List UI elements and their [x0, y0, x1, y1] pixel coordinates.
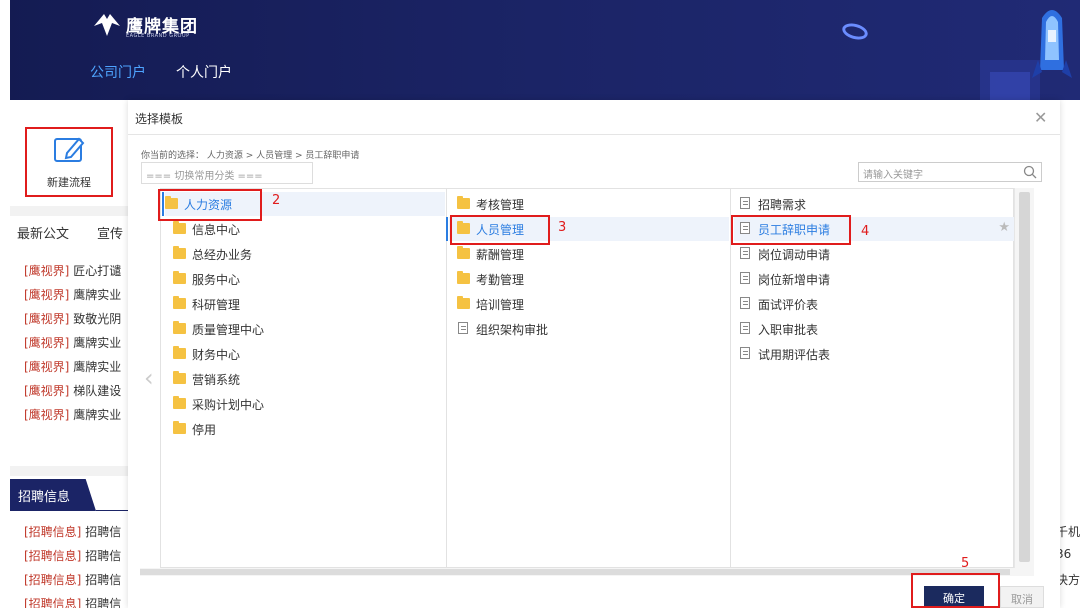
folder-item[interactable]: 培训管理	[457, 292, 727, 316]
current-selection-breadcrumb: 你当前的选择： 人力资源 > 人员管理 > 员工辞职申请	[141, 151, 360, 161]
edit-pen-icon	[54, 137, 85, 162]
annotation-number: 5	[961, 556, 970, 571]
annotation-number: 3	[558, 220, 567, 235]
news-item[interactable]: [鹰视界] 鹰牌实业	[24, 286, 121, 303]
search-placeholder: 请输入关键字	[863, 170, 923, 181]
folder-icon	[173, 371, 186, 384]
document-icon	[740, 197, 750, 209]
tab-latest-documents[interactable]: 最新公文	[17, 223, 69, 242]
folder-icon	[173, 346, 186, 359]
news-item[interactable]: [鹰视界] 匠心打谴	[24, 262, 121, 279]
scroll-left-arrow-icon[interactable]: ‹	[144, 364, 154, 392]
section-divider	[10, 206, 128, 216]
folder-item[interactable]: 采购计划中心	[173, 392, 443, 416]
logo-subtitle: EAGLE BRAND GROUP	[126, 33, 190, 39]
folder-item[interactable]: 考核管理	[457, 192, 727, 216]
template-item[interactable]: 岗位调动申请	[739, 242, 1009, 266]
document-icon	[740, 347, 750, 359]
tab-personal-portal[interactable]: 个人门户	[176, 62, 232, 82]
rocket-illustration-icon	[980, 10, 1072, 100]
column-separator	[730, 188, 731, 568]
dialog-divider	[128, 134, 1060, 135]
folder-icon	[173, 296, 186, 309]
news-item[interactable]: [鹰视界] 梯队建设	[24, 382, 121, 399]
document-item[interactable]: 组织架构审批	[457, 317, 727, 341]
page-left-edge	[0, 0, 10, 100]
new-flow-button[interactable]: 新建流程	[25, 127, 113, 197]
new-flow-label: 新建流程	[47, 176, 91, 189]
folder-item[interactable]: 考勤管理	[457, 267, 727, 291]
scrollbar-thumb[interactable]	[1019, 192, 1030, 562]
folder-item[interactable]: 停用	[173, 417, 443, 441]
folder-icon	[457, 271, 470, 284]
folder-item[interactable]: 财务中心	[173, 342, 443, 366]
news-item[interactable]: [鹰视界] 鹰牌实业	[24, 406, 121, 423]
favorite-star-icon[interactable]: ★	[998, 220, 1010, 235]
folder-icon	[173, 221, 186, 234]
folder-icon	[457, 196, 470, 209]
folder-icon	[457, 246, 470, 259]
folder-icon	[173, 421, 186, 434]
eagle-logo-icon	[94, 14, 120, 36]
folder-item[interactable]: 质量管理中心	[173, 317, 443, 341]
folder-item[interactable]: 总经办业务	[173, 242, 443, 266]
recruit-item[interactable]: [招聘信息] 招聘信	[24, 595, 121, 608]
dialog-title: 选择模板	[135, 112, 184, 126]
folder-icon	[173, 246, 186, 259]
document-icon	[740, 272, 750, 284]
folder-item[interactable]: 科研管理	[173, 292, 443, 316]
news-item[interactable]: [鹰视界] 致敬光阴	[24, 310, 121, 327]
annotation-box-personnel	[450, 215, 550, 245]
close-icon[interactable]: ✕	[1034, 108, 1047, 127]
scrollbar-thumb[interactable]	[140, 569, 1010, 575]
annotation-box-resignation	[731, 215, 851, 245]
folder-item[interactable]: 营销系统	[173, 367, 443, 391]
search-icon[interactable]	[1023, 165, 1037, 179]
folder-icon	[173, 321, 186, 334]
portal-header: 鹰牌集团 EAGLE BRAND GROUP 公司门户 个人门户	[0, 0, 1080, 100]
folder-item[interactable]: 服务中心	[173, 267, 443, 291]
annotation-number: 2	[272, 193, 281, 208]
template-item[interactable]: 岗位新增申请	[739, 267, 1009, 291]
document-icon	[740, 297, 750, 309]
template-item[interactable]: 入职审批表	[739, 317, 1009, 341]
folder-item[interactable]: 薪酬管理	[457, 242, 727, 266]
template-item[interactable]: 面试评价表	[739, 292, 1009, 316]
tab-publicity[interactable]: 宣传	[97, 223, 123, 242]
template-item[interactable]: 招聘需求	[739, 192, 1009, 216]
document-icon	[458, 322, 468, 334]
selection-indicator	[446, 217, 448, 241]
recruit-section-title: 招聘信息	[10, 479, 96, 511]
annotation-box-hr	[158, 189, 262, 221]
cancel-button[interactable]: 取消	[1000, 586, 1044, 608]
folder-icon	[173, 271, 186, 284]
document-icon	[740, 322, 750, 334]
folder-icon	[173, 396, 186, 409]
section-divider	[10, 466, 128, 476]
template-item[interactable]: 试用期评估表	[739, 342, 1009, 366]
folder-icon	[457, 296, 470, 309]
document-icon	[740, 247, 750, 259]
annotation-number: 4	[861, 224, 870, 239]
tab-company-portal[interactable]: 公司门户	[90, 62, 146, 82]
horizontal-scrollbar[interactable]	[140, 568, 1034, 576]
keyword-search-input[interactable]: 请输入关键字	[858, 162, 1042, 182]
recruit-item[interactable]: [招聘信息] 招聘信	[24, 547, 121, 564]
select-template-dialog: 选择模板 ✕ 你当前的选择： 人力资源 > 人员管理 > 员工辞职申请 === …	[128, 100, 1060, 608]
vertical-scrollbar[interactable]	[1014, 188, 1034, 568]
news-item[interactable]: [鹰视界] 鹰牌实业	[24, 358, 121, 375]
recruit-item[interactable]: [招聘信息] 招聘信	[24, 571, 121, 588]
company-logo[interactable]: 鹰牌集团 EAGLE BRAND GROUP	[92, 10, 212, 44]
column-separator	[446, 188, 447, 568]
news-item[interactable]: [鹰视界] 鹰牌实业	[24, 334, 121, 351]
annotation-box-confirm	[911, 573, 1000, 608]
decorative-ring-icon	[840, 20, 870, 43]
recruit-item[interactable]: [招聘信息] 招聘信	[24, 523, 121, 540]
category-switch-select[interactable]: === 切换常用分类 ===	[141, 162, 313, 184]
